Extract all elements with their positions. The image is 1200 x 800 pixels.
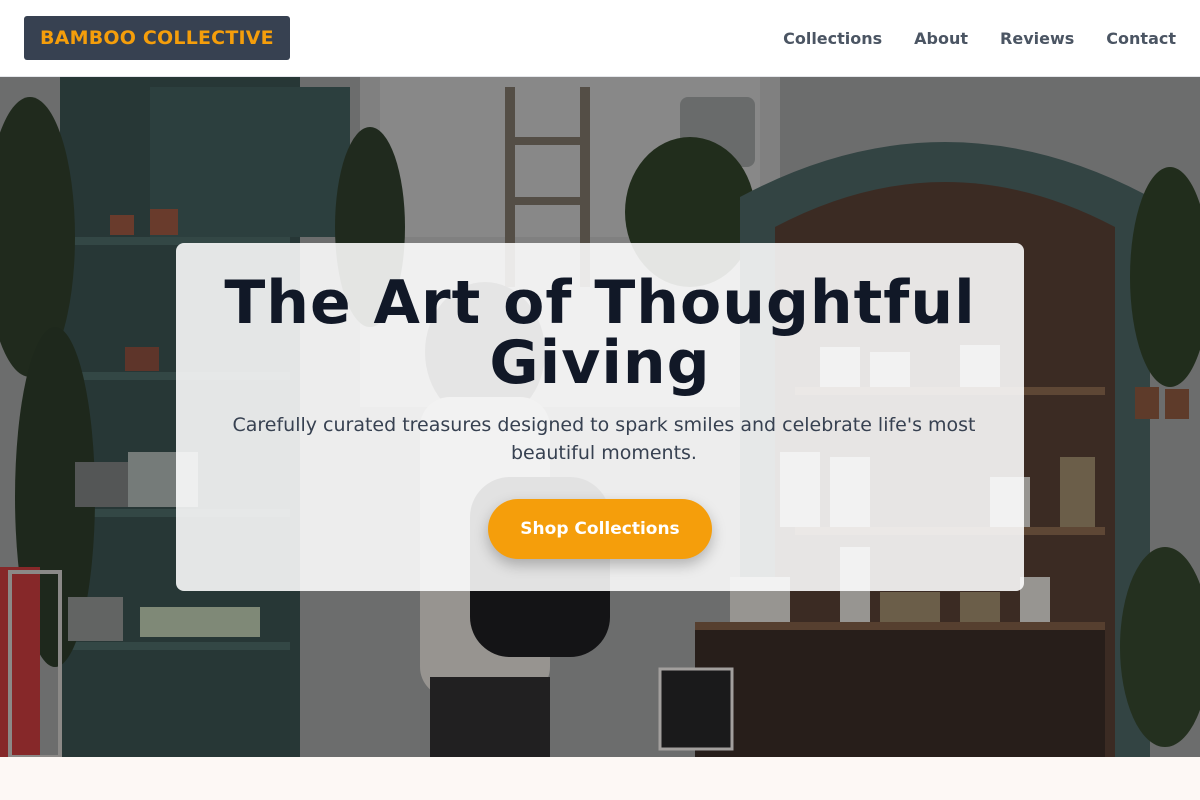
main-nav: Collections About Reviews Contact	[783, 29, 1176, 48]
site-header: BAMBOO COLLECTIVE Collections About Revi…	[0, 0, 1200, 77]
brand-logo[interactable]: BAMBOO COLLECTIVE	[24, 16, 290, 60]
nav-link-about[interactable]: About	[914, 29, 968, 48]
hero-section: The Art of Thoughtful Giving Carefully c…	[0, 77, 1200, 757]
next-section	[0, 757, 1200, 800]
hero-title: The Art of Thoughtful Giving	[224, 268, 976, 398]
hero-subtitle: Carefully curated treasures designed to …	[232, 414, 976, 464]
hero-card: The Art of Thoughtful Giving Carefully c…	[176, 243, 1024, 591]
shop-collections-button[interactable]: Shop Collections	[488, 499, 712, 559]
nav-link-reviews[interactable]: Reviews	[1000, 29, 1074, 48]
nav-link-contact[interactable]: Contact	[1106, 29, 1176, 48]
nav-link-collections[interactable]: Collections	[783, 29, 882, 48]
